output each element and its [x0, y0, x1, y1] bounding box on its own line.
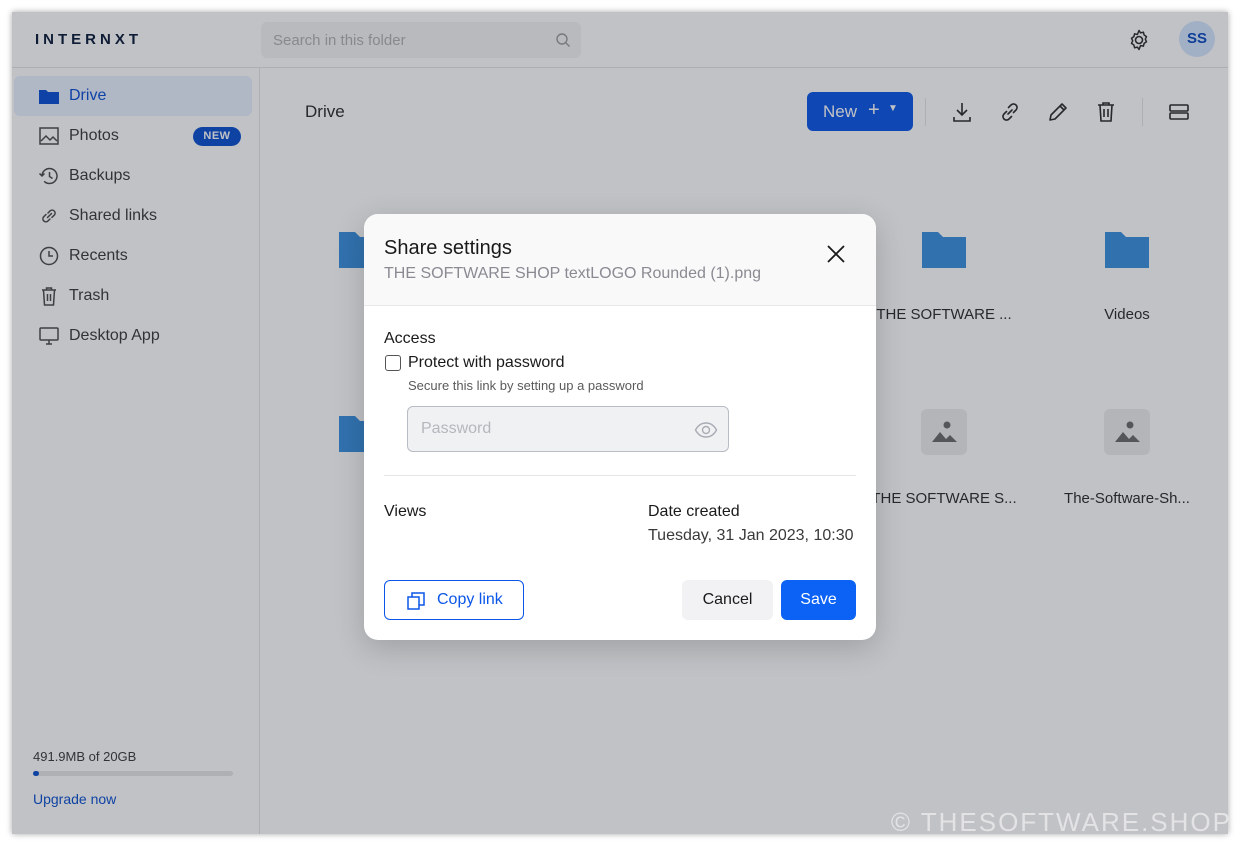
share-settings-dialog: Share settings THE SOFTWARE SHOP textLOG…: [364, 214, 876, 640]
protect-password-checkbox[interactable]: [385, 355, 401, 371]
copy-link-label: Copy link: [437, 591, 503, 608]
copy-icon: [407, 592, 425, 610]
password-placeholder: Password: [421, 420, 492, 437]
section-divider: [384, 475, 856, 476]
copy-link-button[interactable]: Copy link: [384, 580, 524, 620]
password-field[interactable]: Password: [407, 406, 729, 452]
watermark: © THESOFTWARE.SHOP: [890, 807, 1232, 837]
eye-icon[interactable]: [694, 419, 718, 441]
dialog-title: Share settings: [384, 237, 512, 259]
views-label: Views: [384, 503, 427, 520]
cancel-button[interactable]: Cancel: [682, 580, 773, 620]
protect-password-label[interactable]: Protect with password: [408, 354, 565, 372]
access-heading: Access: [384, 330, 436, 347]
close-icon[interactable]: [824, 242, 848, 266]
date-created-value: Tuesday, 31 Jan 2023, 10:30: [648, 527, 854, 544]
dialog-header: Share settings THE SOFTWARE SHOP textLOG…: [364, 214, 876, 306]
date-created-label: Date created: [648, 503, 740, 520]
dialog-filename: THE SOFTWARE SHOP textLOGO Rounded (1).p…: [384, 265, 762, 282]
protect-password-hint: Secure this link by setting up a passwor…: [408, 378, 644, 393]
save-button[interactable]: Save: [781, 580, 856, 620]
